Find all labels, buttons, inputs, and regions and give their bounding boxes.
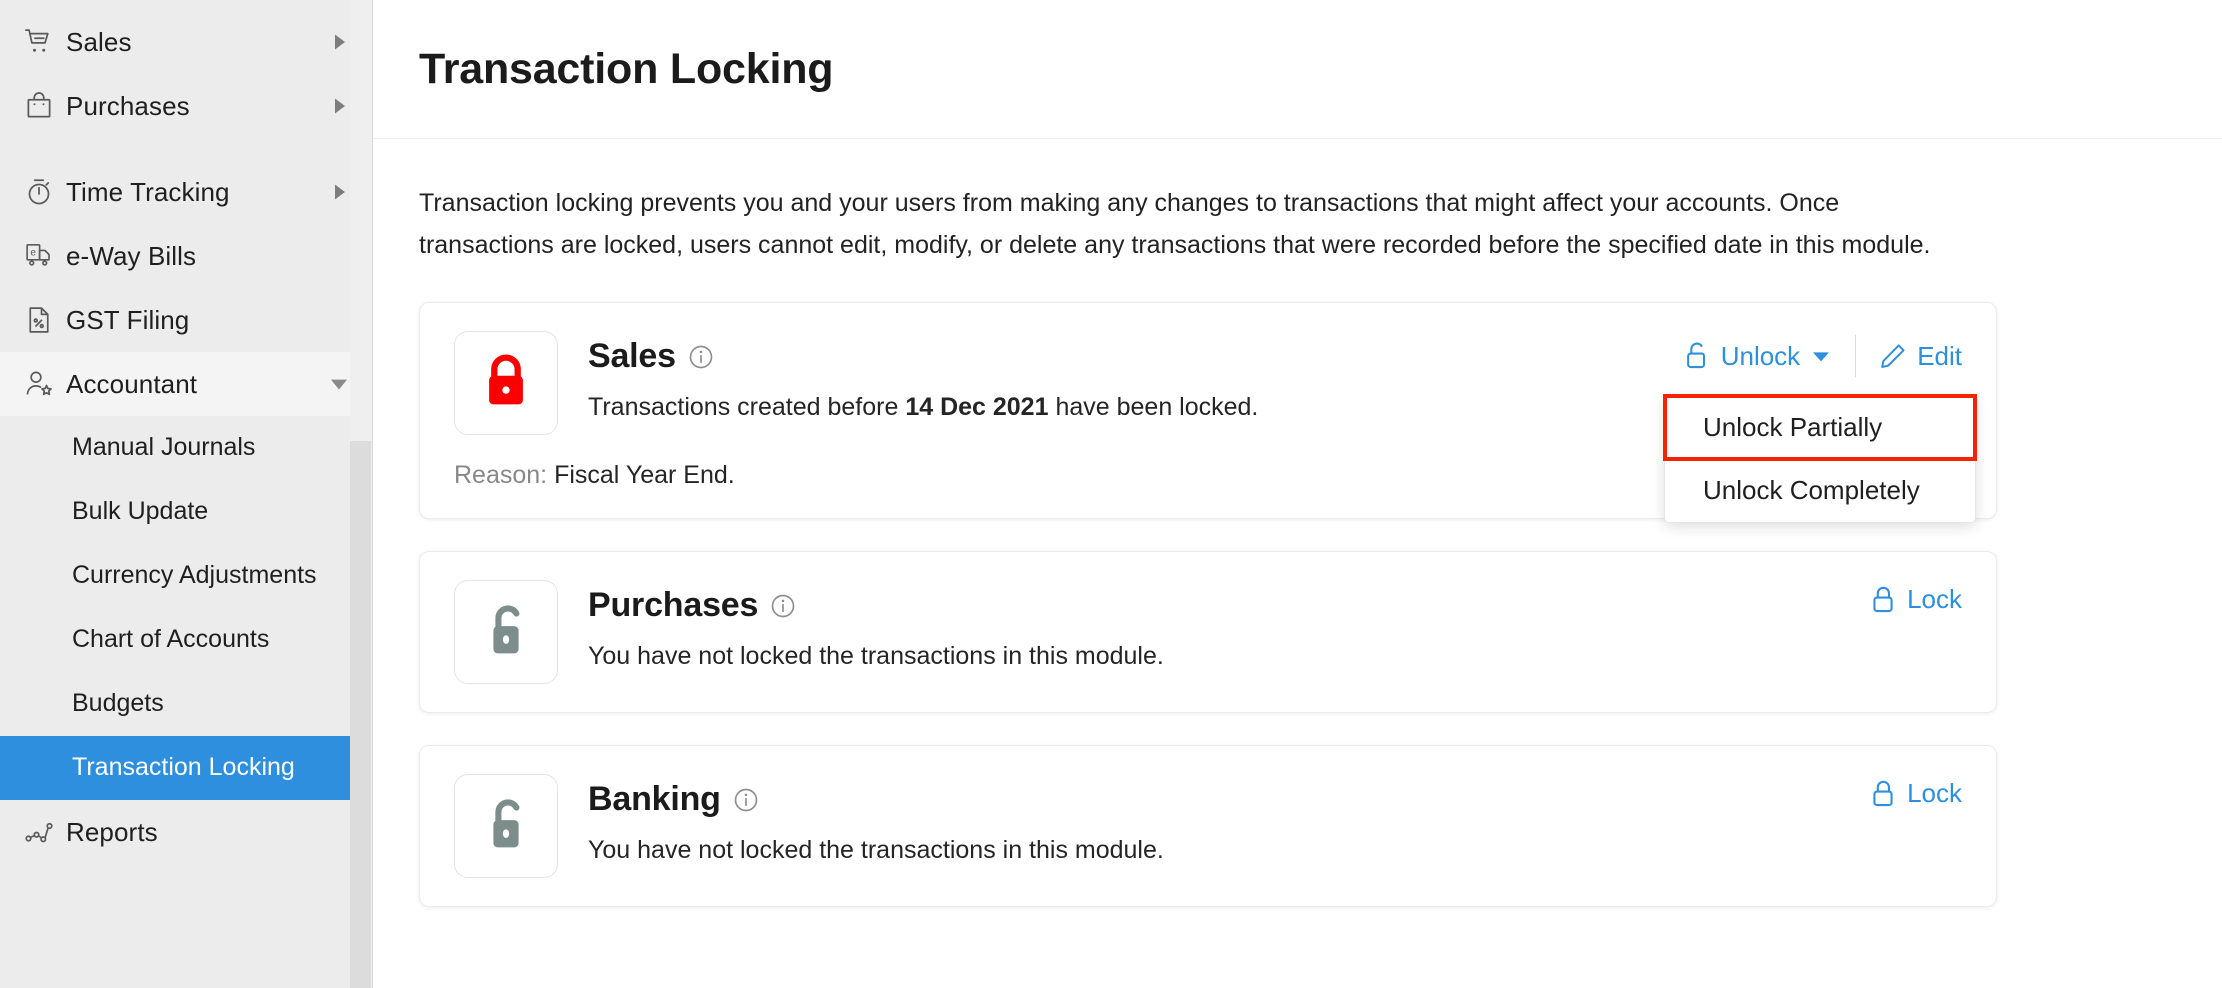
svg-text:e: e [30,248,36,259]
sidebar-item-budgets[interactable]: Budgets [0,672,372,736]
sidebar-subitem-label: Manual Journals [72,433,256,462]
card-reason-value: Fiscal Year End. [554,461,735,489]
sidebar-item-time-tracking[interactable]: Time Tracking [0,160,372,224]
lock-open-icon [480,601,532,664]
pencil-icon [1880,343,1906,369]
content-area: Transaction locking prevents you and you… [373,139,2222,907]
module-card-purchases: Purchases You have not locked the transa… [419,551,1997,713]
card-desc-prefix: Transactions created before [588,393,906,421]
card-description: You have not locked the transactions in … [588,642,1164,670]
sidebar-scrollbar-upper [350,0,371,441]
sidebar-scrollbar-thumb[interactable] [350,441,371,988]
sidebar-item-currency-adjustments[interactable]: Currency Adjustments [0,544,372,608]
card-desc-date: 14 Dec 2021 [905,393,1049,421]
sidebar: Sales Purchases Time Tracking e e-Way Bi… [0,0,373,988]
sidebar-item-sales[interactable]: Sales [0,10,372,74]
card-title-line: Banking [588,780,1962,819]
chevron-right-icon [330,182,350,202]
lock-closed-outline-icon [1870,585,1896,615]
card-desc-suffix: have been locked. [1048,393,1259,421]
lock-label: Lock [1907,778,1962,808]
accountant-icon [24,369,66,399]
sidebar-item-reports[interactable]: Reports [0,800,372,864]
page-header: Transaction Locking [373,0,2222,139]
unlock-dropdown-menu: Unlock Partially Unlock Completely [1663,394,1977,523]
card-actions: Unlock Edit [1684,335,1962,377]
truck-icon: e [24,241,66,271]
card-body: Purchases You have not locked the transa… [588,580,1962,673]
sidebar-item-label: Accountant [66,368,198,399]
chevron-right-icon [330,96,350,116]
timer-icon [24,177,66,207]
info-icon[interactable] [734,788,758,812]
module-card-list: Sales Transactions created before 14 Dec… [419,302,2176,907]
card-body: Banking You have not locked the transact… [588,774,1962,867]
sidebar-item-label: Reports [66,816,158,847]
menu-item-unlock-completely[interactable]: Unlock Completely [1665,459,1975,522]
page-title: Transaction Locking [419,44,834,93]
sidebar-subitem-label: Bulk Update [72,497,209,526]
card-title: Purchases [588,586,759,624]
card-actions: Lock [1870,584,1962,615]
card-row: Banking You have not locked the transact… [454,774,1962,878]
sidebar-item-label: Sales [66,26,132,57]
sidebar-scrollbar-track[interactable] [350,0,372,988]
sidebar-item-gst-filing[interactable]: GST Filing [0,288,372,352]
sidebar-item-label: e-Way Bills [66,240,197,271]
module-card-banking: Banking You have not locked the transact… [419,745,1997,907]
lock-status-box [454,580,558,684]
sidebar-item-label: Time Tracking [66,176,230,207]
sidebar-item-label: Purchases [66,90,190,121]
card-title: Banking [588,780,721,818]
card-actions: Lock [1870,778,1962,809]
sidebar-subitem-label: Transaction Locking [72,753,295,782]
sidebar-scroll-area: Sales Purchases Time Tracking e e-Way Bi… [0,0,372,864]
sidebar-item-eway-bills[interactable]: e e-Way Bills [0,224,372,288]
edit-button[interactable]: Edit [1880,341,1962,372]
unlock-label: Unlock [1720,340,1801,371]
lock-button[interactable]: Lock [1870,584,1962,615]
lock-label: Lock [1907,584,1962,614]
edit-label: Edit [1917,340,1962,371]
card-row: Purchases You have not locked the transa… [454,580,1962,684]
card-description: You have not locked the transactions in … [588,836,1164,864]
module-card-sales: Sales Transactions created before 14 Dec… [419,302,1997,523]
sidebar-divider-gap [0,138,372,160]
intro-description: Transaction locking prevents you and you… [419,189,1931,259]
card-title-line: Purchases [588,586,1962,625]
lock-button[interactable]: Lock [1870,778,1962,809]
sidebar-subitem-label: Chart of Accounts [72,625,270,654]
chevron-down-icon [1811,346,1831,366]
lock-open-icon [480,795,532,858]
sidebar-item-chart-of-accounts[interactable]: Chart of Accounts [0,608,372,672]
lock-open-icon [1684,341,1710,371]
bag-icon [24,91,66,121]
sidebar-item-transaction-locking[interactable]: Transaction Locking [0,736,372,800]
sidebar-item-label: GST Filing [66,304,190,335]
card-title: Sales [588,337,676,375]
chevron-right-icon [330,32,350,52]
sidebar-item-purchases[interactable]: Purchases [0,74,372,138]
menu-item-unlock-partially[interactable]: Unlock Partially [1663,394,1977,461]
sidebar-subitem-label: Currency Adjustments [72,561,317,590]
chevron-down-icon [328,373,350,395]
action-separator [1855,335,1857,377]
sidebar-item-bulk-update[interactable]: Bulk Update [0,480,372,544]
app-root: Sales Purchases Time Tracking e e-Way Bi… [0,0,2222,988]
analytics-icon [24,817,66,847]
sidebar-subitem-label: Budgets [72,689,164,718]
document-percent-icon [24,305,66,335]
info-icon[interactable] [771,594,795,618]
lock-closed-icon [480,352,532,415]
lock-status-box [454,774,558,878]
cart-icon [24,27,66,57]
sidebar-item-manual-journals[interactable]: Manual Journals [0,416,372,480]
main-content: Transaction Locking Transaction locking … [373,0,2222,988]
sidebar-item-accountant[interactable]: Accountant [0,352,372,416]
info-icon[interactable] [689,345,713,369]
lock-closed-outline-icon [1870,779,1896,809]
unlock-dropdown-button[interactable]: Unlock [1684,341,1831,372]
card-reason-label: Reason: [454,461,555,489]
lock-status-box [454,331,558,435]
